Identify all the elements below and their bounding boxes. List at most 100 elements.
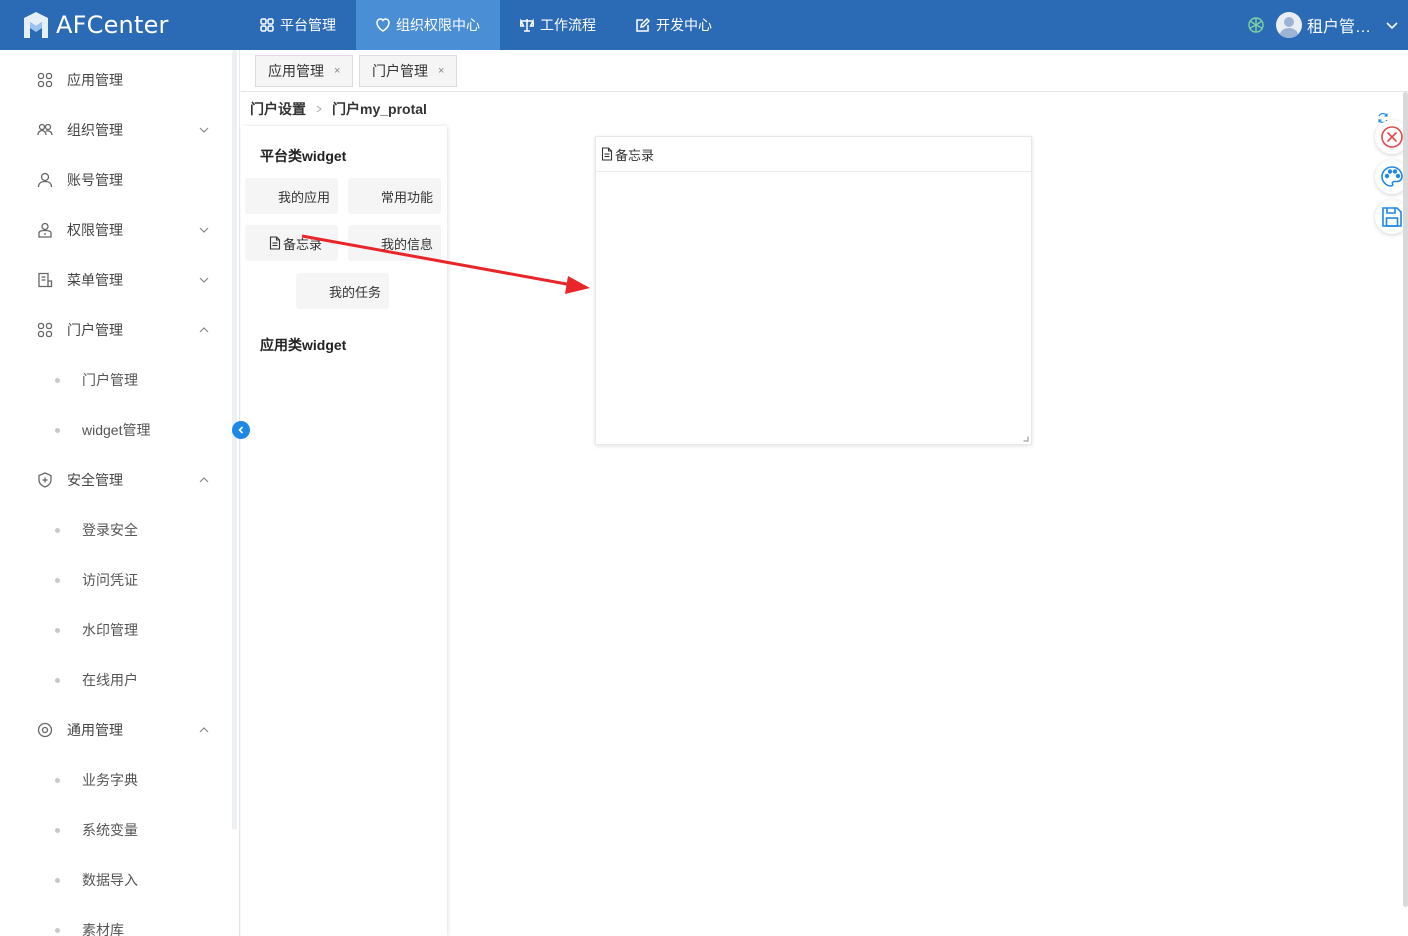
widget-panel: 平台类widget 我的应用 常用功能 备忘录 我的信息 我的任务 应用类wid…: [241, 126, 447, 936]
sidebar-subitem-data-import[interactable]: 数据导入: [0, 855, 232, 905]
tab-close-icon[interactable]: ×: [334, 65, 340, 77]
tab-portal-management[interactable]: 门户管理 ×: [359, 55, 458, 87]
sidebar-item-label: 素材库: [82, 922, 124, 936]
bullet-dot: [55, 827, 60, 833]
memo-widget-card[interactable]: 备忘录: [595, 136, 1032, 445]
sidebar-item-menu-management[interactable]: 菜单管理: [0, 255, 232, 305]
edit-icon: [636, 18, 650, 32]
sidebar-item-label: 权限管理: [67, 222, 123, 238]
sidebar-item-label: 安全管理: [67, 472, 123, 488]
sidebar-item-org-management[interactable]: 组织管理: [0, 105, 232, 155]
sidebar-subitem-online-users[interactable]: 在线用户: [0, 655, 232, 705]
nav-label: 工作流程: [540, 17, 596, 33]
sidebar-subitem-portal-management[interactable]: 门户管理: [0, 355, 232, 405]
sidebar-subitem-login-security[interactable]: 登录安全: [0, 505, 232, 555]
chevron-down-icon: [199, 127, 209, 133]
sidebar-item-label: 账号管理: [67, 172, 123, 188]
nav-dev-center[interactable]: 开发中心: [616, 0, 732, 50]
main-scrollbar[interactable]: [1403, 92, 1408, 907]
sidebar-item-security-management[interactable]: 安全管理: [0, 455, 232, 505]
nav-platform-management[interactable]: 平台管理: [240, 0, 356, 50]
tab-label: 门户管理: [372, 63, 428, 79]
user-name[interactable]: 租户管理员: [1307, 13, 1377, 37]
bullet-dot: [55, 627, 60, 633]
settings-icon: [37, 722, 53, 738]
widget-my-tasks[interactable]: 我的任务: [296, 273, 389, 309]
widget-my-apps[interactable]: 我的应用: [245, 178, 338, 214]
chevron-down-icon: [199, 277, 209, 283]
sidebar-item-portal-management[interactable]: 门户管理: [0, 305, 232, 355]
menu-icon: [38, 272, 53, 288]
sidebar-subitem-business-dictionary[interactable]: 业务字典: [0, 755, 232, 805]
breadcrumb: 门户设置 门户my_protal: [250, 99, 427, 119]
sidebar-subitem-access-credential[interactable]: 访问凭证: [0, 555, 232, 605]
sidebar-collapse-button[interactable]: [232, 421, 250, 439]
sidebar-item-account-management[interactable]: 账号管理: [0, 155, 232, 205]
document-icon: [269, 236, 281, 250]
sidebar-item-label: 业务字典: [82, 772, 138, 788]
bullet-dot: [55, 677, 60, 683]
widget-memo[interactable]: 备忘录: [245, 225, 338, 261]
sidebar-subitem-watermark[interactable]: 水印管理: [0, 605, 232, 655]
bullet-dot: [55, 927, 60, 933]
nav-label: 组织权限中心: [396, 17, 480, 33]
bullet-dot: [55, 777, 60, 783]
breadcrumb-item-portal-settings[interactable]: 门户设置: [250, 99, 306, 119]
chevron-up-icon: [199, 727, 209, 733]
bullet-dot: [55, 577, 60, 583]
memo-widget-header[interactable]: 备忘录: [596, 137, 1031, 172]
nav-workflow[interactable]: 工作流程: [500, 0, 616, 50]
sidebar-item-app-management[interactable]: 应用管理: [0, 55, 232, 105]
sidebar-item-label: 门户管理: [82, 372, 138, 388]
portal-icon: [37, 322, 53, 338]
widget-my-info[interactable]: 我的信息: [348, 225, 441, 261]
tab-bar: 应用管理 × 门户管理 ×: [241, 50, 1408, 92]
sidebar-item-permission-management[interactable]: 权限管理: [0, 205, 232, 255]
app-widget-title: 应用类widget: [260, 337, 347, 353]
resize-handle-icon[interactable]: [1023, 436, 1029, 442]
nav-label: 开发中心: [656, 17, 712, 33]
chevron-up-icon: [199, 477, 209, 483]
sidebar-subitem-material-library[interactable]: 素材库: [0, 905, 232, 936]
sidebar-item-label: 应用管理: [67, 72, 123, 88]
shield-icon: [38, 472, 52, 488]
ai-assistant-icon[interactable]: [1246, 15, 1266, 35]
sidebar-item-label: 登录安全: [82, 522, 138, 538]
save-icon: [1382, 207, 1402, 227]
nav-label: 平台管理: [280, 17, 336, 33]
sidebar-item-label: 数据导入: [82, 872, 138, 888]
widget-common-functions[interactable]: 常用功能: [348, 178, 441, 214]
close-circle-icon: [1381, 126, 1403, 148]
nav-org-permission-center[interactable]: 组织权限中心: [356, 0, 500, 50]
org-icon: [37, 123, 53, 136]
chevron-left-icon: [238, 426, 244, 434]
tab-label: 应用管理: [268, 63, 324, 79]
shield-heart-icon: [376, 18, 390, 32]
widget-label: 我的应用: [277, 189, 330, 205]
sidebar-scrollbar[interactable]: [232, 50, 237, 830]
app-logo[interactable]: AFCenter: [22, 8, 169, 42]
breadcrumb-item-current-portal: 门户my_protal: [332, 101, 427, 117]
logo-text: AFCenter: [56, 11, 169, 39]
grid-icon: [260, 18, 274, 32]
apps-icon: [37, 72, 53, 88]
chevron-down-icon[interactable]: [1385, 18, 1399, 32]
sidebar-item-general-management[interactable]: 通用管理: [0, 705, 232, 755]
palette-icon: [1381, 166, 1403, 187]
tab-close-icon[interactable]: ×: [438, 65, 444, 77]
logo-mark-icon: [24, 12, 48, 38]
user-avatar[interactable]: [1276, 12, 1302, 38]
sidebar-item-label: widget管理: [82, 422, 151, 438]
sidebar-item-label: 访问凭证: [82, 572, 138, 588]
tab-app-management[interactable]: 应用管理 ×: [255, 55, 354, 87]
sidebar-subitem-widget-management[interactable]: widget管理: [0, 405, 232, 455]
bullet-dot: [55, 527, 60, 533]
sidebar-subitem-system-variables[interactable]: 系统变量: [0, 805, 232, 855]
chevron-down-icon: [199, 227, 209, 233]
permission-icon: [38, 222, 52, 238]
widget-label: 备忘录: [282, 236, 322, 252]
chevron-right-icon: [316, 105, 322, 113]
workflow-icon: [520, 18, 534, 32]
sidebar-item-label: 菜单管理: [67, 272, 123, 288]
widget-label: 常用功能: [380, 189, 433, 205]
